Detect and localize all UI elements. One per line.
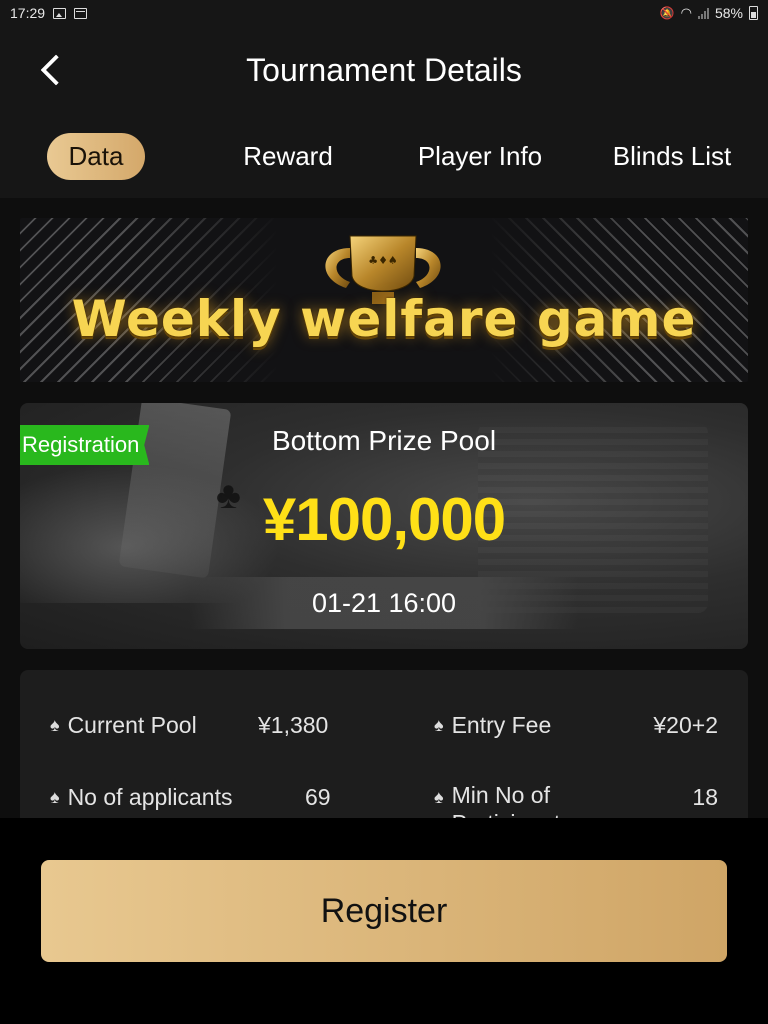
tab-label: Data — [46, 132, 146, 180]
prize-pool-card: ♣ Registration Bottom Prize Pool ¥100,00… — [20, 403, 748, 649]
min-participants-value: 18 — [692, 783, 718, 810]
battery-icon — [749, 6, 758, 20]
applicants-value: 69 — [305, 783, 331, 810]
content-scroll-area[interactable]: ♣♦♠ Weekly welfare game ♣ Registration B… — [0, 198, 768, 818]
tab-data[interactable]: Data — [0, 132, 192, 180]
info-row: ♠ No of applicants 69 ♠ Min No of Partic… — [20, 772, 748, 818]
current-pool-item: ♠ Current Pool — [50, 700, 197, 750]
spade-icon: ♠ — [50, 786, 60, 807]
entry-fee-value: ¥20+2 — [653, 711, 718, 738]
wifi-icon: ◠ — [680, 5, 692, 20]
mute-icon: 🔕 — [659, 6, 675, 20]
applicants-label: No of applicants — [67, 783, 233, 810]
tab-label: Reward — [243, 140, 333, 171]
status-time: 17:29 — [10, 5, 46, 21]
entry-fee-item: ♠ Entry Fee — [434, 700, 551, 750]
gallery-icon — [53, 7, 67, 19]
min-participants-label: Min No of Participants — [451, 782, 572, 818]
svg-text:♣♦♠: ♣♦♠ — [368, 254, 398, 267]
tournament-banner: ♣♦♠ Weekly welfare game — [20, 218, 748, 382]
calendar-icon — [74, 7, 88, 19]
entry-fee-label: Entry Fee — [451, 711, 552, 738]
prize-pool-label: Bottom Prize Pool — [271, 425, 497, 456]
signal-icon — [697, 7, 709, 19]
tab-label: Blinds List — [612, 140, 732, 171]
spade-icon: ♠ — [434, 786, 444, 807]
min-participants-item: ♠ Min No of Participants — [434, 772, 602, 818]
app-header: Tournament Details — [0, 26, 768, 114]
tab-player-info[interactable]: Player Info — [384, 133, 576, 180]
status-bar: 17:29 🔕 ◠ 58% — [0, 0, 768, 26]
start-time-strip: 01-21 16:00 — [190, 577, 578, 629]
applicants-item: ♠ No of applicants — [50, 772, 233, 818]
info-row: ♠ Current Pool ¥1,380 ♠ Entry Fee ¥20+2 — [20, 700, 748, 750]
footer-bar: Register — [0, 818, 768, 1024]
tab-blinds-list[interactable]: Blinds List — [576, 133, 768, 180]
spade-icon: ♠ — [50, 714, 60, 735]
register-button[interactable]: Register — [41, 860, 727, 962]
prize-pool-amount: ¥100,000 — [262, 486, 506, 553]
current-pool-value: ¥1,380 — [258, 711, 329, 738]
battery-percent: 58% — [714, 5, 743, 21]
banner-title: Weekly welfare game — [71, 290, 697, 348]
page-title: Tournament Details — [246, 52, 522, 88]
spade-icon: ♠ — [434, 714, 444, 735]
tournament-info-card: ♠ Current Pool ¥1,380 ♠ Entry Fee ¥20+2 … — [20, 670, 748, 818]
tab-reward[interactable]: Reward — [192, 133, 384, 180]
current-pool-label: Current Pool — [67, 711, 197, 738]
tab-label: Player Info — [417, 140, 543, 171]
start-time: 01-21 16:00 — [311, 587, 457, 618]
tab-bar: Data Reward Player Info Blinds List — [0, 114, 768, 198]
